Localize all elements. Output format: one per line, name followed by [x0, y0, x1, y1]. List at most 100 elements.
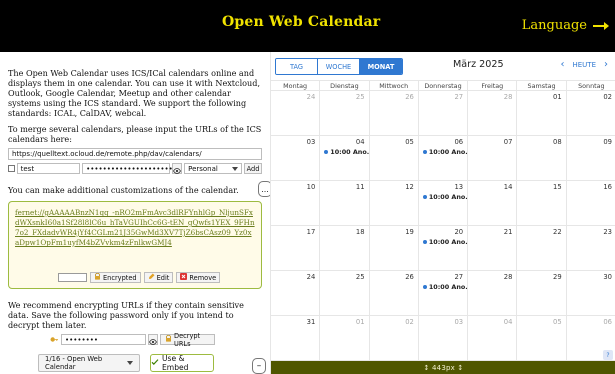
calendar-day-cell[interactable]: 04 10:00 Ano... — [320, 136, 370, 180]
calendar-day-cell[interactable]: 03 — [419, 316, 469, 360]
calendar-day-cell[interactable]: 02 — [370, 316, 419, 360]
day-number: 31 — [306, 318, 316, 326]
preset-select[interactable]: 1/16 - Open Web Calendar — [38, 354, 140, 372]
calendar-type-select[interactable]: Personal — [184, 163, 243, 174]
calendar-day-cell[interactable]: 12 — [370, 181, 419, 225]
day-number: 08 — [553, 138, 562, 146]
calendar-event[interactable]: 10:00 Ano... — [422, 238, 467, 246]
calendar-type-value: Personal — [188, 164, 218, 173]
calendar-day-cell[interactable]: 13 10:00 Ano... — [419, 181, 469, 225]
calendar-day-cell[interactable]: 18 — [320, 226, 370, 270]
calendar-day-cell[interactable]: 27 — [419, 91, 469, 135]
calendar-day-cell[interactable]: 24 — [271, 91, 321, 135]
remove-button[interactable]: Remove — [176, 272, 221, 283]
view-tag-button[interactable]: TAG — [276, 59, 318, 74]
calendar-day-cell[interactable]: 02 — [567, 91, 615, 135]
calendar-day-cell[interactable]: 28 — [468, 91, 518, 135]
calendar-event[interactable]: 10:00 Ano... — [422, 283, 467, 291]
username-input[interactable]: test — [16, 163, 81, 174]
help-button[interactable]: ? — [603, 350, 613, 360]
decrypt-urls-button[interactable]: Decrypt URLs — [160, 332, 215, 348]
calendar-day-cell[interactable]: 16 — [567, 181, 615, 225]
calendar-event[interactable]: 10:00 Ano... — [422, 148, 467, 156]
username-value: test — [20, 164, 35, 173]
decrypt-password-input[interactable]: •••••••• — [61, 334, 146, 345]
today-button[interactable]: HEUTE — [572, 61, 596, 69]
encryption-recommendation: We recommend encrypting URLs if they con… — [8, 300, 244, 330]
calendar-day-cell[interactable]: 29 — [517, 271, 567, 315]
bottom-actions: 1/16 - Open Web Calendar Use & Embed — [38, 354, 214, 372]
weekday-label: Sonntag — [578, 81, 605, 90]
collapse-button[interactable]: – — [252, 358, 266, 374]
password-input[interactable]: •••••••••••••••••••••• — [82, 163, 177, 174]
calendar-day-cell[interactable]: 24 — [271, 271, 321, 315]
calendar-day-cell[interactable]: 09 — [567, 136, 615, 180]
day-number: 06 — [603, 318, 612, 326]
calendar-url-input[interactable]: https://quelltext.ocloud.de/remote.php/d… — [8, 148, 262, 160]
language-switcher[interactable]: Language — [522, 18, 609, 33]
calendar-day-cell[interactable]: 17 — [271, 226, 321, 270]
calendar-day-cell[interactable]: 26 — [370, 271, 419, 315]
calendar-day-cell[interactable]: 25 — [320, 91, 370, 135]
calendar-day-cell[interactable]: 04 — [468, 316, 518, 360]
weekday-label: Montag — [271, 81, 321, 90]
calendar-day-cell[interactable]: 05 — [370, 136, 419, 180]
event-dot-icon — [422, 150, 427, 154]
encrypted-status: Encrypted — [90, 272, 141, 283]
calendar-day-cell[interactable]: 30 — [567, 271, 615, 315]
merge-instructions: To merge several calendars, please input… — [8, 124, 262, 144]
edit-button[interactable]: Edit — [143, 272, 174, 283]
calendar-day-cell[interactable]: 20 10:00 Ano... — [419, 226, 469, 270]
calendar-day-cell[interactable]: 25 — [320, 271, 370, 315]
day-number: 04 — [503, 318, 513, 326]
calendar-day-cell[interactable]: 15 — [517, 181, 567, 225]
view-woche-button[interactable]: WOCHE — [318, 59, 360, 74]
show-decrypt-password-button[interactable] — [148, 334, 158, 345]
eye-icon — [173, 159, 182, 178]
calendar-day-cell[interactable]: 23 — [567, 226, 615, 270]
add-calendar-button[interactable]: Add — [244, 163, 263, 174]
calendar-day-cell[interactable]: 19 — [370, 226, 419, 270]
calendar-day-cell[interactable]: 28 — [468, 271, 518, 315]
calendar-day-cell[interactable]: 03 — [271, 136, 321, 180]
day-number: 28 — [503, 273, 513, 281]
calendar-day-cell[interactable]: 22 — [517, 226, 567, 270]
calendar-event[interactable]: 10:00 Ano... — [324, 148, 369, 156]
calendar-day-cell[interactable]: 31 — [271, 316, 321, 360]
credentials-checkbox[interactable] — [8, 165, 15, 172]
day-number: 04 — [355, 138, 365, 146]
chevron-left-icon[interactable]: ‹ — [560, 60, 564, 70]
view-monat-button[interactable]: MONAT — [360, 59, 402, 74]
encrypted-toggle[interactable] — [58, 273, 87, 282]
settings-panel: The Open Web Calendar uses ICS/ICal cale… — [0, 52, 270, 374]
resize-handle[interactable]: ↕ 443px ↕ — [271, 361, 615, 374]
chevron-right-icon[interactable]: › — [604, 60, 608, 70]
calendar-day-cell[interactable]: 05 — [517, 316, 567, 360]
calendar-day-cell[interactable]: 26 — [370, 91, 419, 135]
calendar-event[interactable]: 10:00 Ano... — [422, 193, 467, 201]
month-grid: Montag Dienstag Mittwoch Donnerstag Freitag S… — [271, 80, 615, 361]
pencil-icon — [148, 273, 155, 282]
weekday-header: Montag Dienstag Mittwoch Donnerstag Freitag S… — [271, 80, 615, 91]
calendar-day-cell[interactable]: 06 10:00 Ano... — [419, 136, 469, 180]
show-password-button[interactable] — [172, 163, 183, 174]
day-number: 13 — [454, 183, 464, 191]
calendar-day-cell[interactable]: 07 — [468, 136, 518, 180]
calendar-day-cell[interactable]: 27 10:00 Ano... — [419, 271, 469, 315]
calendar-day-cell[interactable]: 11 — [320, 181, 370, 225]
calendar-toolbar: TAG WOCHE MONAT März 2025 ‹ HEUTE › — [271, 52, 615, 80]
event-dot-icon — [324, 150, 329, 154]
day-number: 12 — [405, 183, 414, 191]
day-number: 24 — [306, 93, 316, 101]
calendar-day-cell[interactable]: 08 — [517, 136, 567, 180]
use-embed-button[interactable]: Use & Embed — [150, 354, 214, 372]
calendar-day-cell[interactable]: 21 — [468, 226, 518, 270]
encrypted-calendar-link[interactable]: fernet://gAAAAABnzN1qq_-nRO2mFmAvc3dlRFY… — [15, 208, 255, 248]
calendar-day-cell[interactable]: 10 — [271, 181, 321, 225]
calendar-day-cell[interactable]: 01 — [320, 316, 370, 360]
edit-label: Edit — [156, 273, 170, 282]
calendar-week-row: 24 25 26 27 10:00 Ano... 28 29 30 — [271, 271, 615, 316]
calendar-day-cell[interactable]: 01 — [517, 91, 567, 135]
calendar-day-cell[interactable]: 14 — [468, 181, 518, 225]
day-number: 02 — [603, 93, 612, 101]
